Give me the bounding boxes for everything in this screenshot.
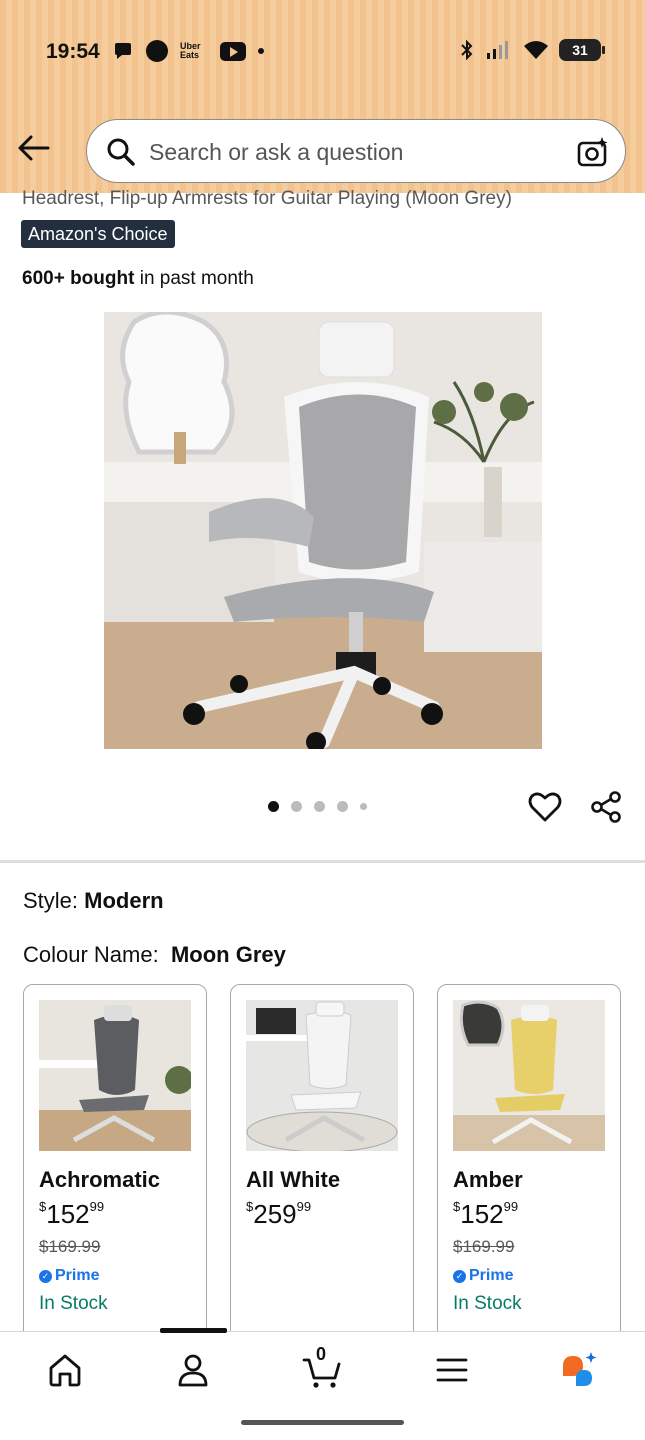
carousel-dot-5[interactable] bbox=[360, 803, 367, 810]
bought-count-rest: in past month bbox=[134, 268, 254, 289]
price-whole: 152 bbox=[460, 1199, 504, 1229]
search-icon[interactable] bbox=[105, 136, 137, 168]
prime-check-icon: ✓ bbox=[453, 1269, 466, 1283]
variant-old-price: $169.99 bbox=[453, 1237, 515, 1256]
price-fraction: 99 bbox=[296, 1199, 312, 1214]
variant-price: $15299 bbox=[453, 1199, 518, 1230]
cart-button[interactable]: 0 bbox=[302, 1344, 342, 1390]
colour-label: Colour Name: bbox=[23, 942, 159, 967]
price-fraction: 99 bbox=[503, 1199, 519, 1214]
camera-search-icon[interactable] bbox=[575, 134, 611, 170]
prime-badge: ✓ Prime bbox=[39, 1267, 99, 1285]
price-whole: 259 bbox=[253, 1199, 297, 1229]
bought-count: 600+ bought in past month bbox=[22, 268, 254, 290]
style-label: Style: bbox=[23, 888, 79, 913]
style-value: Modern bbox=[84, 888, 164, 913]
variant-stock: In Stock bbox=[39, 1293, 108, 1314]
variant-card-amber[interactable]: Amber $15299 $169.99 ✓ Prime In Stock bbox=[437, 984, 621, 1364]
variant-thumbnail bbox=[246, 1000, 398, 1151]
product-title[interactable]: Headrest, Flip-up Armrests for Guitar Pl… bbox=[22, 188, 512, 210]
notification-icons: Uber Eats bbox=[112, 40, 264, 62]
prime-check-icon: ✓ bbox=[39, 1269, 52, 1283]
signal-icon bbox=[487, 41, 508, 59]
active-tab-indicator bbox=[160, 1328, 227, 1333]
carousel-dot-2[interactable] bbox=[291, 801, 302, 812]
prime-label: Prime bbox=[469, 1267, 514, 1284]
wifi-icon bbox=[524, 41, 548, 59]
chat-icon bbox=[115, 43, 131, 59]
variant-price: $15299 bbox=[39, 1199, 104, 1230]
bluetooth-icon bbox=[461, 39, 473, 61]
circle-icon bbox=[146, 40, 168, 62]
colour-value: Moon Grey bbox=[170, 942, 286, 967]
chair-thumbnail-image bbox=[453, 1000, 605, 1151]
variant-card-all-white[interactable]: All White $25999 bbox=[230, 984, 414, 1364]
style-selection: Style: Modern bbox=[23, 888, 164, 914]
search-input[interactable]: Search or ask a question bbox=[149, 139, 403, 166]
chair-thumbnail-image bbox=[246, 1000, 398, 1151]
chair-thumbnail-image bbox=[39, 1000, 191, 1151]
share-icon[interactable] bbox=[588, 789, 624, 825]
variant-name: Achromatic bbox=[39, 1167, 161, 1192]
variant-name: Amber bbox=[453, 1167, 523, 1192]
amazons-choice-badge[interactable]: Amazon's Choice bbox=[21, 220, 175, 248]
carousel-dot-1[interactable] bbox=[268, 801, 279, 812]
variant-stock: In Stock bbox=[453, 1293, 522, 1314]
variant-thumbnail bbox=[453, 1000, 605, 1151]
section-divider bbox=[0, 860, 645, 863]
youtube-icon bbox=[220, 41, 246, 61]
price-fraction: 99 bbox=[89, 1199, 105, 1214]
status-time: 19:54 bbox=[46, 40, 100, 63]
battery-level: 31 bbox=[572, 42, 588, 58]
bought-count-bold: 600+ bought bbox=[22, 268, 135, 289]
variant-old-price: $169.99 bbox=[39, 1237, 101, 1256]
variant-name: All White bbox=[246, 1167, 341, 1192]
carousel-dot-4[interactable] bbox=[337, 801, 348, 812]
system-icons: 31 bbox=[459, 39, 605, 61]
rufus-icon[interactable] bbox=[560, 1350, 600, 1390]
product-image[interactable] bbox=[104, 312, 542, 749]
prime-label: Prime bbox=[55, 1267, 100, 1284]
home-icon[interactable] bbox=[45, 1350, 85, 1390]
colour-selection: Colour Name: Moon Grey bbox=[23, 942, 286, 968]
variant-card-achromatic[interactable]: Achromatic $15299 $169.99 ✓ Prime In Stoc… bbox=[23, 984, 207, 1364]
back-arrow-icon[interactable] bbox=[16, 133, 52, 163]
cart-count: 0 bbox=[316, 1344, 327, 1364]
variant-price: $25999 bbox=[246, 1199, 311, 1230]
dot-icon bbox=[258, 48, 264, 54]
system-home-indicator[interactable] bbox=[241, 1420, 404, 1425]
account-icon[interactable] bbox=[173, 1350, 213, 1390]
heart-icon[interactable] bbox=[527, 789, 563, 825]
bottom-navigation: 0 bbox=[0, 1328, 645, 1440]
menu-icon[interactable] bbox=[432, 1350, 472, 1390]
status-bar: 19:54 Uber Eats 31 bbox=[0, 36, 645, 68]
uber-eats-icon: Uber Eats bbox=[180, 41, 201, 60]
carousel-dot-3[interactable] bbox=[314, 801, 325, 812]
search-bar[interactable]: Search or ask a question bbox=[86, 119, 626, 183]
app-header: 19:54 Uber Eats 31 Search or ask a quest… bbox=[0, 0, 645, 193]
prime-badge: ✓ Prime bbox=[453, 1267, 513, 1285]
price-whole: 152 bbox=[46, 1199, 90, 1229]
office-chair-image bbox=[104, 312, 542, 749]
battery-icon: 31 bbox=[559, 39, 605, 61]
variant-thumbnail bbox=[39, 1000, 191, 1151]
image-carousel-dots[interactable] bbox=[268, 801, 367, 812]
